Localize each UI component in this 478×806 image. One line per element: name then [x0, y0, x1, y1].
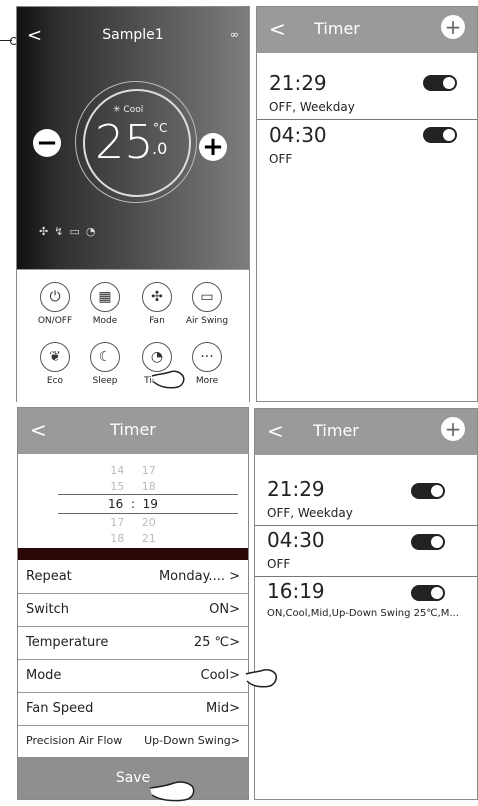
- air-swing-label: Air Swing: [185, 316, 229, 326]
- picker-row: 14 17: [110, 464, 156, 477]
- precision-air-flow-value: Up-Down Swing>: [144, 734, 240, 747]
- home-control-area: < Sample1 ∞ ✳ Cool 25 °C .0 − + ✣↯▭◔: [17, 7, 249, 269]
- hand-pointer-icon: [245, 669, 277, 688]
- timer-toggle[interactable]: [411, 483, 445, 499]
- eco-icon: ❦: [40, 342, 70, 372]
- picker-divider: [18, 548, 248, 560]
- picker-selection-bottom-line: [58, 513, 238, 514]
- sleep-label: Sleep: [92, 376, 118, 386]
- temperature-decimal: .0: [152, 139, 168, 158]
- decrease-temperature-button[interactable]: −: [33, 129, 61, 157]
- hand-pointer-icon: [151, 370, 185, 389]
- display-status-icon: ▭: [69, 225, 86, 238]
- timer-time: 04:30: [267, 528, 325, 552]
- precision-air-flow-label: Precision Air Flow: [26, 734, 123, 747]
- repeat-row[interactable]: Repeat Monday.... >: [18, 560, 248, 594]
- picker-row: 18 21: [110, 532, 156, 545]
- mode-value: Cool: [123, 105, 144, 115]
- device-title: Sample1: [102, 27, 164, 43]
- picker-row: 15 18: [110, 480, 156, 493]
- power-icon: ⏻: [40, 282, 70, 312]
- timer-desc: OFF: [267, 557, 291, 571]
- timer-toggle[interactable]: [411, 534, 445, 550]
- picker-selection-top-line: [58, 494, 238, 495]
- mode-label: Mode: [26, 668, 62, 683]
- mode-row[interactable]: Mode Cool>: [18, 659, 248, 693]
- mode-button[interactable]: ▦ Mode: [75, 282, 135, 338]
- timer-toggle[interactable]: [423, 75, 457, 91]
- fan-speed-row[interactable]: Fan Speed Mid>: [18, 692, 248, 726]
- repeat-value: Monday.... >: [158, 569, 240, 584]
- fan-icon: ✣: [142, 282, 172, 312]
- sleep-icon: ☾: [90, 342, 120, 372]
- sleep-button[interactable]: ☾ Sleep: [75, 342, 135, 398]
- mode-value: Cool>: [200, 668, 241, 683]
- air-swing-button[interactable]: ▭ Air Swing: [177, 282, 237, 338]
- timer-row[interactable]: 04:30 OFF: [255, 526, 477, 577]
- save-button[interactable]: Save: [18, 757, 248, 799]
- fan-speed-label: Fan Speed: [26, 701, 94, 716]
- timer-desc: OFF, Weekday: [267, 506, 353, 520]
- timer-toggle[interactable]: [423, 127, 457, 143]
- more-options-icon[interactable]: ∞: [230, 28, 239, 41]
- timer-row[interactable]: 21:29 OFF, Weekday: [255, 475, 477, 526]
- temperature-unit: °C: [153, 121, 168, 135]
- timer-edit-title: Timer: [110, 420, 156, 439]
- timer-edit-panel: < Timer 14 17 15 18 16 : 19 17 20 18 21 …: [17, 407, 249, 800]
- mode-label: ✳ Cool: [113, 105, 144, 115]
- switch-value: ON>: [209, 602, 240, 617]
- temperature-label: Temperature: [26, 635, 109, 650]
- timer-list-panel-updated: < Timer + 21:29 OFF, Weekday 04:30 OFF 1…: [254, 408, 478, 800]
- timer-row[interactable]: 21:29 OFF, Weekday: [257, 69, 477, 120]
- fan-speed-value: Mid>: [206, 701, 240, 716]
- grid-icon: ▦: [90, 282, 120, 312]
- timer-time: 16:19: [267, 579, 325, 603]
- more-icon: ···: [192, 342, 222, 372]
- temperature-row[interactable]: Temperature 25 ℃>: [18, 626, 248, 660]
- timer-status-icon: ◔: [85, 225, 102, 238]
- fan-status-icon: ✣: [39, 225, 55, 238]
- swing-status-icon: ↯: [54, 225, 70, 238]
- home-function-grid: ⏻ ON/OFF ▦ Mode ✣ Fan ▭ Air Swing ❦ Eco …: [17, 269, 249, 404]
- add-timer-button[interactable]: +: [441, 417, 465, 441]
- timer-time: 21:29: [269, 71, 327, 95]
- add-timer-button[interactable]: +: [441, 15, 465, 39]
- timer-time: 04:30: [269, 123, 327, 147]
- timer-edit-header: < Timer: [18, 408, 248, 454]
- timer-header: < Timer +: [257, 7, 477, 53]
- timer-desc: OFF: [269, 152, 293, 166]
- precision-air-flow-row[interactable]: Precision Air Flow Up-Down Swing>: [18, 725, 248, 759]
- mode-button-label: Mode: [92, 316, 118, 326]
- more-button[interactable]: ··· More: [177, 342, 237, 398]
- timer-toggle[interactable]: [411, 585, 445, 601]
- timer-desc: OFF, Weekday: [269, 100, 355, 114]
- increase-temperature-button[interactable]: +: [199, 133, 227, 161]
- status-icons: ✣↯▭◔: [39, 225, 101, 238]
- timer-list-panel: < Timer + 21:29 OFF, Weekday 04:30 OFF: [256, 6, 478, 402]
- timer-row[interactable]: 16:19 ON,Cool,Mid,Up-Down Swing 25℃,M...: [255, 577, 477, 627]
- switch-row[interactable]: Switch ON>: [18, 593, 248, 627]
- hand-pointer-icon: [149, 781, 195, 802]
- more-label: More: [195, 376, 219, 386]
- switch-label: Switch: [26, 602, 69, 617]
- home-panel: < Sample1 ∞ ✳ Cool 25 °C .0 − + ✣↯▭◔ ⏻ O…: [16, 6, 250, 404]
- timer-row[interactable]: 04:30 OFF: [257, 121, 477, 171]
- timer-time: 21:29: [267, 477, 325, 501]
- timer-desc: ON,Cool,Mid,Up-Down Swing 25℃,M...: [267, 608, 459, 619]
- picker-selected-row: 16 : 19: [108, 497, 158, 511]
- time-picker[interactable]: 14 17 15 18 16 : 19 17 20 18 21: [18, 454, 248, 558]
- temperature-value: 25: [95, 115, 154, 169]
- repeat-label: Repeat: [26, 569, 72, 584]
- picker-row: 17 20: [110, 516, 156, 529]
- temperature-value: 25 ℃>: [193, 635, 240, 650]
- swing-icon: ▭: [192, 282, 222, 312]
- timer-header: < Timer +: [255, 409, 477, 455]
